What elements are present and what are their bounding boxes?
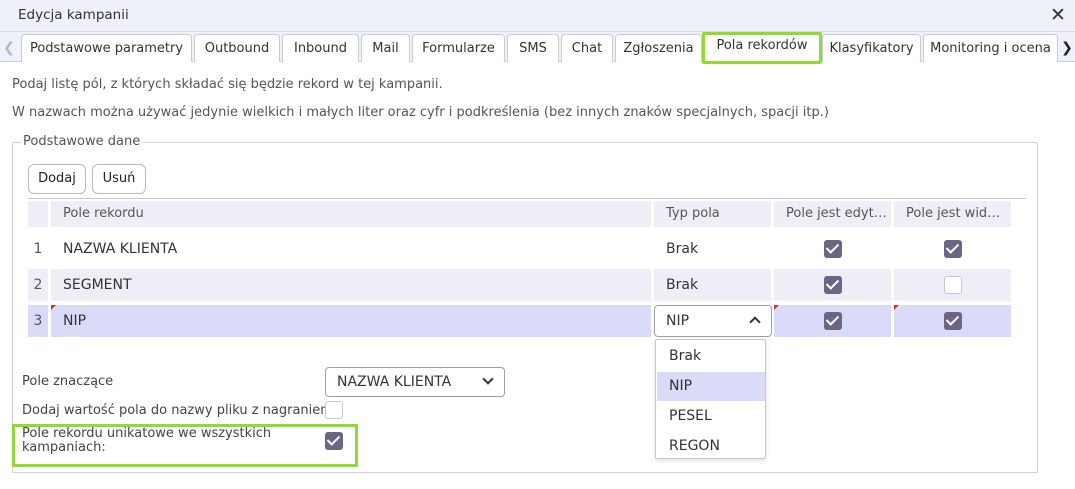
- significant-field-value: NAZWA KLIENTA: [337, 374, 452, 390]
- dropdown-option-nip[interactable]: NIP: [657, 372, 765, 401]
- tab-sms[interactable]: SMS: [507, 34, 559, 62]
- tab-mail[interactable]: Mail: [361, 34, 410, 62]
- tab-formularze[interactable]: Formularze: [412, 34, 505, 62]
- editable-checkbox[interactable]: [824, 312, 842, 330]
- editable-checkbox[interactable]: [824, 276, 842, 294]
- close-icon[interactable]: ✕: [1047, 3, 1069, 27]
- dropdown-option-regon[interactable]: REGON: [657, 432, 765, 461]
- chevron-up-icon: [749, 316, 761, 328]
- significant-field-label: Pole znaczące: [22, 374, 114, 389]
- tab-outbound[interactable]: Outbound: [194, 34, 280, 62]
- visible-checkbox[interactable]: [944, 240, 962, 258]
- table-row-bg: [51, 269, 651, 301]
- grid-header-type[interactable]: Typ pola: [654, 201, 771, 227]
- chevron-right-icon[interactable]: ❯: [1059, 35, 1075, 61]
- add-to-filename-label: Dodaj wartość pola do nazwy pliku z nagr…: [22, 403, 338, 418]
- tab-klasyfikatory[interactable]: Klasyfikatory: [822, 34, 921, 62]
- field-type-cell[interactable]: Brak: [666, 233, 698, 265]
- row-number: 1: [33, 241, 43, 257]
- remove-button[interactable]: Usuń: [92, 164, 146, 194]
- info-text-2: W nazwach można używać jedynie wielkich …: [12, 105, 829, 120]
- grid-header-index: [28, 201, 48, 227]
- field-type-select[interactable]: NIP: [654, 305, 772, 337]
- grid-header-editable[interactable]: Pole jest edyt…: [774, 201, 891, 227]
- unique-field-label: Pole rekordu unikatowe we wszystkich kam…: [22, 426, 272, 455]
- field-name-cell[interactable]: SEGMENT: [63, 269, 132, 301]
- grid-header-field[interactable]: Pole rekordu: [51, 201, 651, 227]
- tab-chat[interactable]: Chat: [561, 34, 613, 62]
- tab-bar: ❮ Podstawowe parametry Outbound Inbound …: [0, 32, 1075, 64]
- tab-pola-rekordow[interactable]: Pola rekordów: [702, 32, 822, 64]
- grid-divider: [28, 198, 1026, 199]
- field-name-cell[interactable]: NIP: [63, 305, 86, 337]
- tab-podstawowe-parametry[interactable]: Podstawowe parametry: [21, 34, 192, 62]
- tab-monitoring-i-ocena[interactable]: Monitoring i ocena: [923, 34, 1058, 62]
- modified-marker: [894, 305, 899, 310]
- table-row-bg: [51, 305, 651, 337]
- row-number: 2: [33, 277, 43, 293]
- add-button[interactable]: Dodaj: [28, 164, 86, 194]
- editable-checkbox[interactable]: [824, 240, 842, 258]
- field-type-dropdown: Brak NIP PESEL REGON: [655, 339, 766, 459]
- add-to-filename-checkbox[interactable]: [325, 401, 343, 419]
- visible-checkbox[interactable]: [944, 312, 962, 330]
- row-number: 3: [33, 313, 43, 329]
- field-type-cell[interactable]: Brak: [666, 269, 698, 301]
- visible-checkbox[interactable]: [944, 276, 962, 294]
- field-name-cell[interactable]: NAZWA KLIENTA: [63, 233, 177, 265]
- chevron-left-icon[interactable]: ❮: [1, 35, 17, 61]
- unique-field-checkbox[interactable]: [325, 432, 343, 450]
- fieldset-legend: Podstawowe dane: [21, 134, 143, 149]
- dialog-titlebar: Edycja kampanii ✕: [0, 0, 1075, 32]
- chevron-down-icon: [482, 373, 494, 385]
- dropdown-option-pesel[interactable]: PESEL: [657, 402, 765, 431]
- info-text-1: Podaj listę pól, z których składać się b…: [12, 77, 443, 92]
- significant-field-select[interactable]: NAZWA KLIENTA: [325, 367, 505, 397]
- dialog-title: Edycja kampanii: [18, 7, 129, 23]
- tab-inbound[interactable]: Inbound: [282, 34, 359, 62]
- modified-marker: [774, 305, 779, 310]
- dropdown-option-brak[interactable]: Brak: [657, 342, 765, 371]
- tab-zgloszenia[interactable]: Zgłoszenia: [615, 34, 702, 62]
- grid-header-visible[interactable]: Pole jest wid…: [894, 201, 1011, 227]
- field-type-select-value: NIP: [666, 313, 690, 329]
- modified-marker: [51, 305, 56, 310]
